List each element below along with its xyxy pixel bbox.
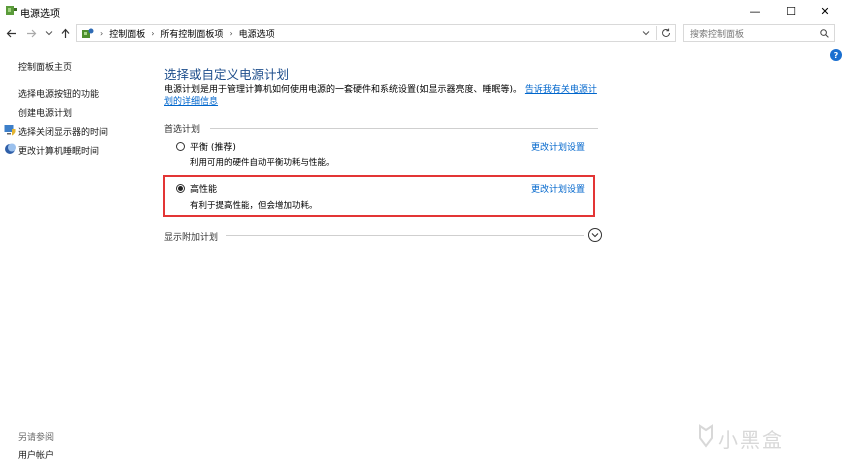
radio-selected-dot: [178, 186, 183, 191]
sidebar-item-display-off[interactable]: 选择关闭显示器的时间: [18, 125, 108, 138]
sidebar-item-sleep-time[interactable]: 更改计算机睡眠时间: [18, 144, 99, 157]
forward-arrow-icon[interactable]: [24, 26, 38, 40]
search-input[interactable]: 搜索控制面板: [683, 24, 835, 42]
address-dropdown-icon[interactable]: [642, 29, 650, 37]
search-icon[interactable]: [820, 29, 829, 38]
minimize-button[interactable]: —: [738, 0, 772, 22]
expand-chevron-icon[interactable]: [588, 228, 602, 242]
sidebar-home[interactable]: 控制面板主页: [18, 60, 72, 73]
address-bar[interactable]: › 控制面板 › 所有控制面板项 › 电源选项: [76, 24, 676, 42]
high-performance-radio[interactable]: [176, 184, 185, 193]
watermark-logo-icon: [699, 424, 713, 448]
sidebar-item-power-buttons[interactable]: 选择电源按钮的功能: [18, 87, 99, 100]
watermark-text: 小黑盒: [718, 428, 784, 452]
breadcrumb-separator: ›: [151, 28, 155, 38]
balanced-change-settings-link[interactable]: 更改计划设置: [531, 140, 585, 153]
balanced-plan-desc: 利用可用的硬件自动平衡功耗与性能。: [190, 158, 335, 168]
section-divider: [226, 235, 584, 236]
power-options-icon: [6, 6, 17, 15]
high-performance-plan-name[interactable]: 高性能: [190, 182, 217, 195]
high-performance-plan-desc: 有利于提高性能，但会增加功耗。: [190, 201, 318, 211]
breadcrumb-control-panel[interactable]: 控制面板: [109, 27, 145, 40]
up-arrow-icon[interactable]: [58, 26, 72, 40]
back-arrow-icon[interactable]: [4, 26, 18, 40]
breadcrumb-all-items[interactable]: 所有控制面板项: [160, 27, 223, 40]
breadcrumb-separator: ›: [100, 28, 104, 38]
title-bar: 电源选项 — ☐ ✕: [0, 0, 842, 22]
window-title: 电源选项: [20, 9, 60, 20]
balanced-radio[interactable]: [176, 142, 185, 151]
close-button[interactable]: ✕: [808, 0, 842, 22]
sidebar-item-user-accounts[interactable]: 用户帐户: [18, 448, 54, 461]
breadcrumb-separator: ›: [229, 28, 233, 38]
display-shield-icon: [4, 125, 16, 136]
recent-dropdown-icon[interactable]: [42, 26, 56, 40]
control-panel-icon: [82, 28, 94, 38]
sidebar-item-create-plan[interactable]: 创建电源计划: [18, 106, 72, 119]
help-icon[interactable]: ?: [830, 49, 842, 61]
section-divider: [210, 128, 598, 129]
refresh-icon[interactable]: [661, 28, 671, 38]
preferred-plans-label: 首选计划: [164, 125, 201, 135]
maximize-button[interactable]: ☐: [774, 0, 808, 22]
description-text: 电源计划是用于管理计算机如何使用电源的一套硬件和系统设置(如显示器亮度、睡眠等)…: [164, 85, 523, 95]
see-also-title: 另请参阅: [18, 433, 55, 443]
search-placeholder: 搜索控制面板: [690, 29, 745, 40]
moon-icon: [5, 143, 16, 154]
show-additional-plans-label[interactable]: 显示附加计划: [164, 230, 218, 243]
high-performance-change-settings-link[interactable]: 更改计划设置: [531, 182, 585, 195]
breadcrumb-power-options[interactable]: 电源选项: [239, 27, 275, 40]
page-title: 选择或自定义电源计划: [164, 67, 290, 82]
page-description: 电源计划是用于管理计算机如何使用电源的一套硬件和系统设置(如显示器亮度、睡眠等)…: [164, 84, 604, 108]
balanced-plan-name[interactable]: 平衡 (推荐): [190, 140, 236, 153]
